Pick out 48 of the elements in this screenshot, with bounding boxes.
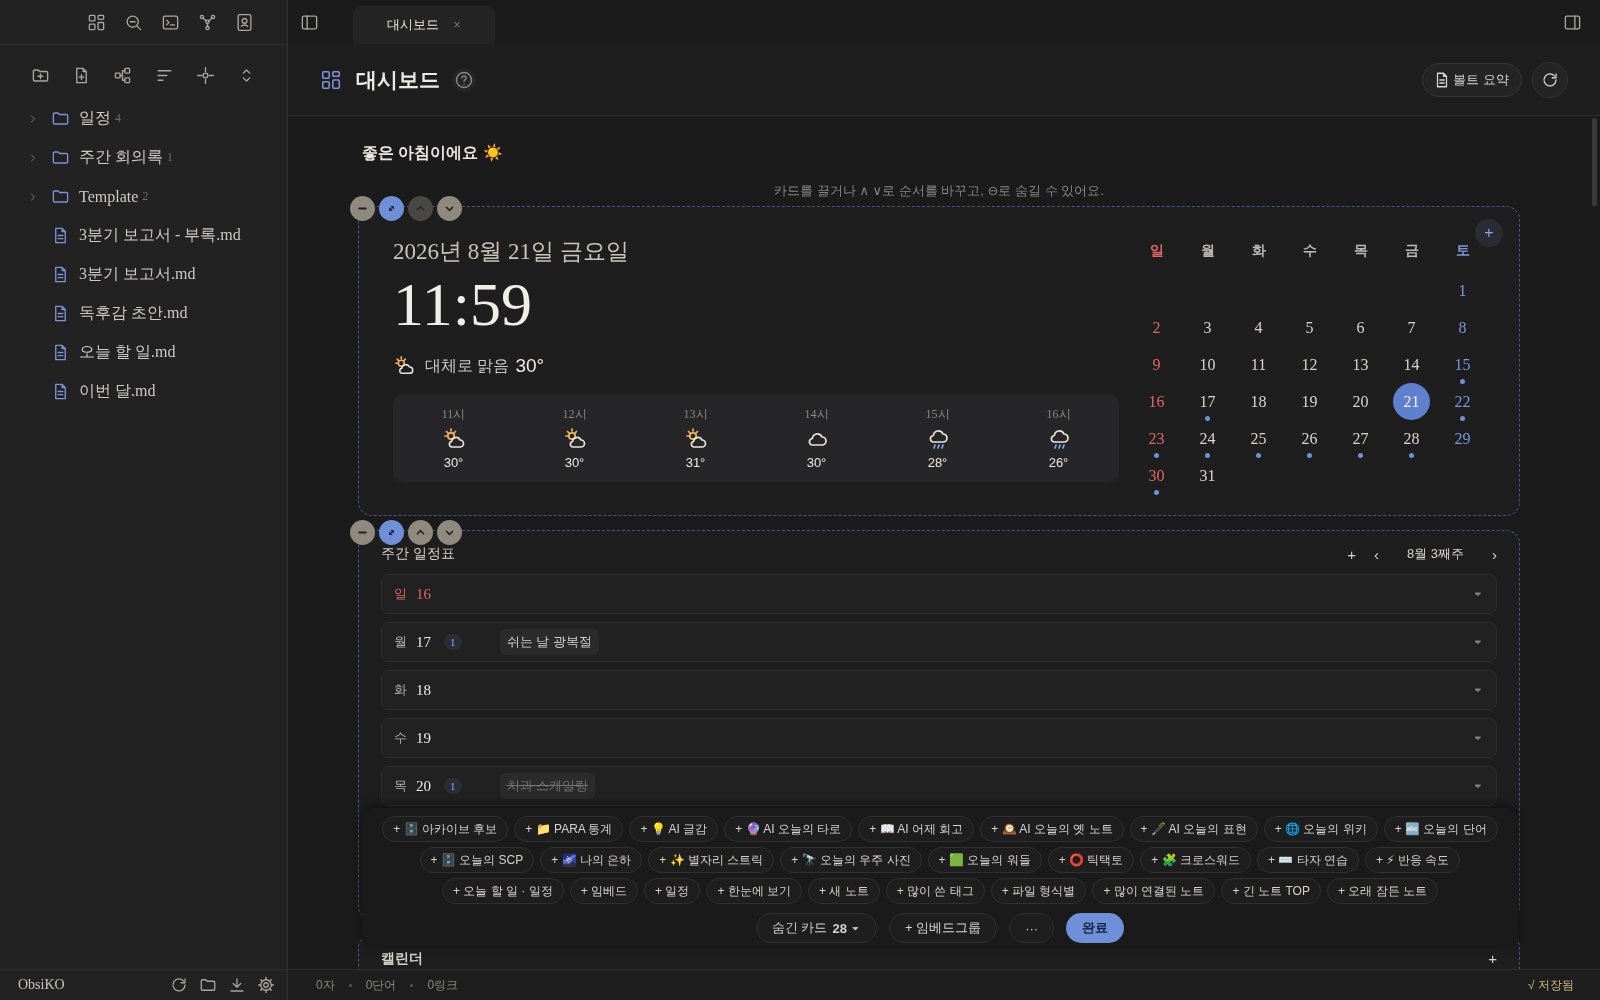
day-number: 20 <box>416 777 432 795</box>
hint-text: 카드를 끌거나 ∧ ∨로 순서를 바꾸고, ⊖로 숨길 수 있어요. <box>773 182 1105 200</box>
date-text: 2026년 8월 21일 금요일 <box>393 238 630 266</box>
forecast-hour: 16시 <box>1046 406 1071 423</box>
page-title: 대시보드 <box>356 66 440 93</box>
clock-time: 11:59 <box>393 273 533 335</box>
item-count: 1 <box>167 150 173 165</box>
forecast-hour: 15시 <box>925 406 950 423</box>
forecast-temperature: 30° <box>564 455 585 470</box>
character-count: 0자 <box>316 976 335 994</box>
day-number: 17 <box>416 633 432 651</box>
link-count: 0링크 <box>427 976 459 994</box>
forecast-temperature: 28° <box>927 455 948 470</box>
card-title: 주간 일정표 <box>381 545 455 563</box>
weekday-label: 수 <box>1301 241 1318 260</box>
weekday-label: 토 <box>1454 241 1471 260</box>
item-count: 2 <box>142 189 149 204</box>
day-number: 16 <box>416 585 432 603</box>
forecast-temperature: 31° <box>685 455 706 470</box>
day-number: 19 <box>416 729 432 747</box>
weekday-label: 금 <box>1403 241 1420 260</box>
event-count: 1 <box>444 778 462 794</box>
forecast-hour: 14시 <box>804 406 829 423</box>
word-count: 0단어 <box>365 976 397 994</box>
greeting: 좋은 아침이에요 ☀ <box>362 143 504 164</box>
forecast-hour: 13시 <box>683 406 708 423</box>
forecast-temperature: 30° <box>443 455 464 470</box>
weekday-label: 목 <box>394 777 408 795</box>
weekday-label: 수 <box>394 729 408 747</box>
weather-condition: 대체로 맑음 <box>425 355 510 376</box>
weekday-label: 화 <box>394 681 408 699</box>
card-title: 캘린더 <box>381 950 423 968</box>
weekday-label: 일 <box>1148 241 1165 260</box>
day-number: 18 <box>416 681 432 699</box>
weekday-label: 월 <box>394 633 408 651</box>
forecast-temperature: 30° <box>806 455 827 470</box>
week-label: 8월 3째주 <box>1406 545 1464 563</box>
temperature: 30° <box>515 355 545 377</box>
event-count: 1 <box>444 634 462 650</box>
weekday-label: 목 <box>1352 241 1369 260</box>
forecast-temperature: 26° <box>1048 455 1069 470</box>
weekday-label: 월 <box>1199 241 1216 260</box>
weekday-label: 일 <box>394 585 408 603</box>
save-status: √ 저장됨 <box>1528 976 1574 994</box>
item-count: 4 <box>115 111 121 126</box>
forecast-hour: 12시 <box>562 406 587 423</box>
weekday-label: 화 <box>1250 241 1267 260</box>
forecast-hour: 11시 <box>441 406 466 423</box>
